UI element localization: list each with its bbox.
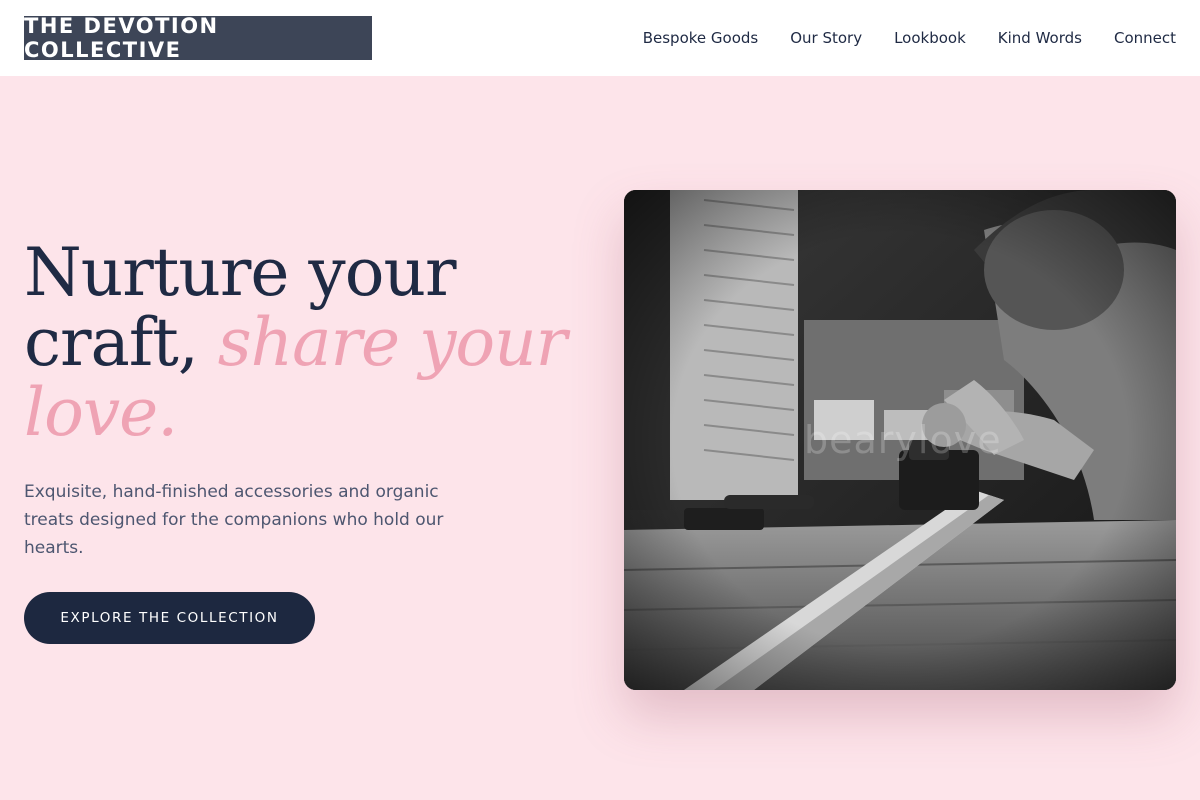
image-watermark: bearylove [804, 418, 1002, 462]
hero-heading: Nurture your craft, share your love. [24, 238, 584, 448]
nav-link-connect[interactable]: Connect [1114, 29, 1176, 47]
nav-link-lookbook[interactable]: Lookbook [894, 29, 966, 47]
hero-heading-line1: Nurture your [24, 234, 457, 311]
hero-description: Exquisite, hand-finished accessories and… [24, 482, 444, 558]
explore-collection-button[interactable]: EXPLORE THE COLLECTION [24, 592, 315, 644]
hero-heading-accent-end: love. [24, 374, 178, 451]
hero-heading-accent: share your [217, 304, 567, 381]
main-nav: Bespoke Goods Our Story Lookbook Kind Wo… [643, 0, 1176, 76]
site-header: THE DEVOTION COLLECTIVE Bespoke Goods Ou… [0, 0, 1200, 76]
nav-link-kind-words[interactable]: Kind Words [998, 29, 1082, 47]
hero-heading-plain: craft, [24, 304, 199, 381]
logo[interactable]: THE DEVOTION COLLECTIVE [24, 14, 372, 62]
nav-link-bespoke-goods[interactable]: Bespoke Goods [643, 29, 759, 47]
nav-link-our-story[interactable]: Our Story [790, 29, 862, 47]
